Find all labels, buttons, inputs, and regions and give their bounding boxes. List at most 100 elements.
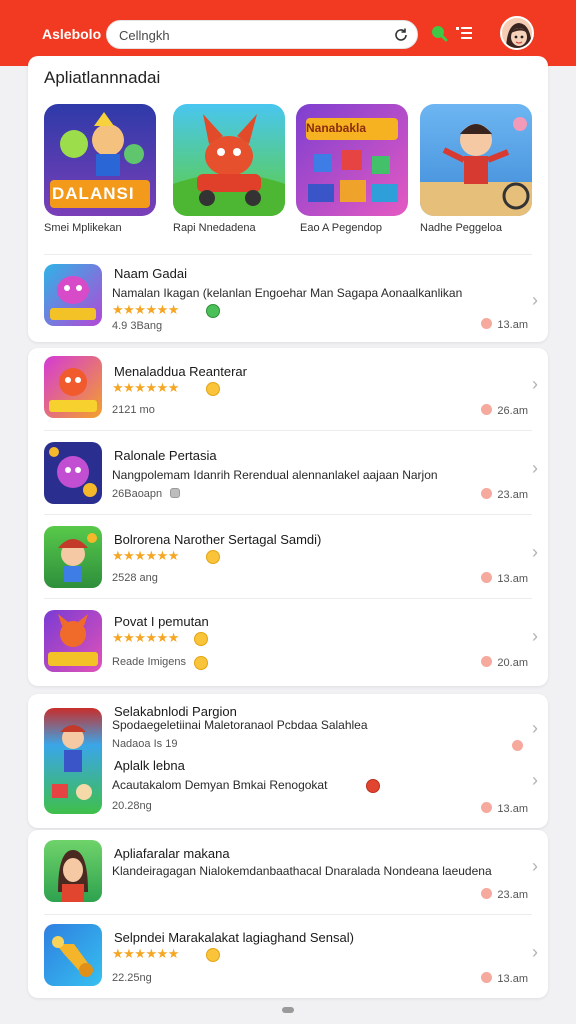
leaf-icon[interactable]: [430, 24, 448, 42]
chevron-right-icon[interactable]: ›: [532, 626, 538, 647]
divider: [44, 430, 532, 431]
app-icon: [44, 924, 102, 986]
app-meta: 20.28ng: [112, 800, 152, 812]
app-title: Apliafaralar makana: [114, 846, 230, 861]
chevron-right-icon[interactable]: ›: [532, 542, 538, 563]
app-list-bottom: Apliafaralar makana Klandeiragagan Nialo…: [28, 830, 548, 998]
app-title: Bolrorena Narother Sertagal Samdi): [114, 532, 322, 547]
app-title: Selakabnlodi Pargion: [114, 704, 237, 719]
featured-app-tile[interactable]: DALANSI: [44, 104, 156, 216]
download-icon: [481, 656, 493, 667]
download-icon: [481, 802, 493, 813]
featured-app-label[interactable]: Eao A Pegendop: [300, 222, 424, 234]
chevron-right-icon[interactable]: ›: [532, 374, 538, 395]
featured-app-label[interactable]: Nadhe Peggeloa: [420, 222, 544, 234]
heart-icon: [366, 779, 380, 793]
smile-icon: [194, 656, 208, 670]
size-label: 13.am: [497, 803, 528, 815]
featured-app-tile[interactable]: Nanabakla: [296, 104, 408, 216]
app-icon: [44, 610, 102, 672]
scroll-indicator[interactable]: [282, 1007, 294, 1013]
app-meta: 4.9 3Bang: [112, 320, 163, 332]
star-rating: ★★★★★★: [112, 302, 179, 317]
size-badge: 23.am: [481, 488, 528, 501]
star-rating: ★★★★★★: [112, 380, 179, 395]
size-label: 23.am: [497, 489, 528, 501]
list-item[interactable]: Menaladdua Reanterar ★★★★★★ 2121 mo › 26…: [28, 348, 548, 430]
list-item[interactable]: Bolrorena Narother Sertagal Samdi) ★★★★★…: [28, 516, 548, 598]
chevron-right-icon[interactable]: ›: [532, 718, 538, 739]
chevron-right-icon[interactable]: ›: [532, 458, 538, 479]
star-rating: ★★★★★★: [112, 630, 179, 645]
size-badge: 23.am: [481, 888, 528, 901]
app-title: Selpndei Marakalakat lagiaghand Sensal): [114, 930, 354, 945]
divider: [44, 254, 532, 255]
list-item[interactable]: Apliafaralar makana Klandeiragagan Nialo…: [28, 830, 548, 912]
app-icon: [44, 840, 102, 902]
featured-app-label[interactable]: Smei Mplikekan: [44, 222, 168, 234]
section-title: Apliatlannnadai: [44, 68, 161, 87]
size-label: 13.am: [497, 573, 528, 585]
download-icon: [512, 740, 528, 753]
chevron-right-icon[interactable]: ›: [532, 770, 538, 791]
app-brand[interactable]: Aslebolo: [42, 26, 101, 42]
smile-icon: [206, 948, 220, 962]
tag-icon: [170, 488, 180, 498]
featured-section: Apliatlannnadai DALANSI Smei Mplikekan R…: [28, 56, 548, 342]
download-icon: [481, 572, 493, 583]
app-title: Menaladdua Reanterar: [114, 364, 247, 379]
size-badge: 13.am: [481, 318, 528, 331]
size-label: 23.am: [497, 889, 528, 901]
featured-app-tile[interactable]: [173, 104, 285, 216]
size-badge: 26.am: [481, 404, 528, 417]
user-avatar[interactable]: [500, 16, 534, 50]
app-title: Aplalk lebna: [114, 758, 185, 773]
search-input[interactable]: Cellngkh: [119, 28, 170, 43]
menu-icon[interactable]: [456, 27, 472, 39]
app-meta: 22.25ng: [112, 972, 152, 984]
app-description: Nangpolemam Idanrih Rerendual alennanlak…: [112, 468, 438, 482]
app-meta: 26Baoapn: [112, 488, 163, 500]
refresh-search-icon[interactable]: [393, 27, 409, 43]
download-icon: [481, 318, 493, 329]
star-rating: ★★★★★★: [112, 946, 179, 961]
size-badge: 13.am: [481, 572, 528, 585]
app-meta: 2528 ang: [112, 572, 158, 584]
app-description: Acautakalom Demyan Bmkai Renogokat: [112, 778, 328, 792]
tile-art-text: Nanabakla: [306, 121, 367, 135]
search-bar[interactable]: Cellngkh: [106, 20, 418, 49]
featured-app-tile[interactable]: [420, 104, 532, 216]
smile-icon: [206, 550, 220, 564]
app-list: Menaladdua Reanterar ★★★★★★ 2121 mo › 26…: [28, 348, 548, 686]
app-description: Klandeiragagan Nialokemdanbaathacal Dnar…: [112, 864, 492, 878]
list-item[interactable]: Selpndei Marakalakat lagiaghand Sensal) …: [28, 916, 548, 998]
chevron-right-icon[interactable]: ›: [532, 942, 538, 963]
app-description: Spodaegeletiinai Maletoranaol Pcbdaa Sal…: [112, 718, 368, 732]
app-icon: [44, 708, 102, 814]
divider: [44, 598, 532, 599]
list-item[interactable]: Povat I pemutan ★★★★★★ Reade Imigens › 2…: [28, 600, 548, 684]
globe-icon: [206, 304, 220, 318]
download-icon: [481, 404, 493, 415]
smile-icon: [206, 382, 220, 396]
app-icon: [44, 356, 102, 418]
app-meta: Reade Imigens: [112, 656, 186, 668]
app-title: Naam Gadai: [114, 266, 187, 281]
app-group[interactable]: Selakabnlodi Pargion Spodaegeletiinai Ma…: [28, 694, 548, 828]
badge-icon: [194, 632, 208, 646]
divider: [44, 514, 532, 515]
chevron-right-icon[interactable]: ›: [532, 290, 538, 311]
app-meta: Nadaoa Is 19: [112, 738, 178, 750]
app-title: Ralonale Pertasia: [114, 448, 217, 463]
size-badge: 13.am: [481, 972, 528, 985]
chevron-right-icon[interactable]: ›: [532, 856, 538, 877]
size-label: 13.am: [497, 973, 528, 985]
featured-app-label[interactable]: Rapi Nnedadena: [173, 222, 297, 234]
star-rating: ★★★★★★: [112, 548, 179, 563]
download-dot: [512, 740, 523, 751]
app-icon: [44, 442, 102, 504]
size-badge: 13.am: [481, 802, 528, 815]
tile-art-text: DALANSI: [52, 184, 135, 203]
list-item[interactable]: Ralonale Pertasia Nangpolemam Idanrih Re…: [28, 432, 548, 514]
list-item[interactable]: Naam Gadai Namalan Ikagan (kelanlan Engo…: [28, 262, 548, 338]
